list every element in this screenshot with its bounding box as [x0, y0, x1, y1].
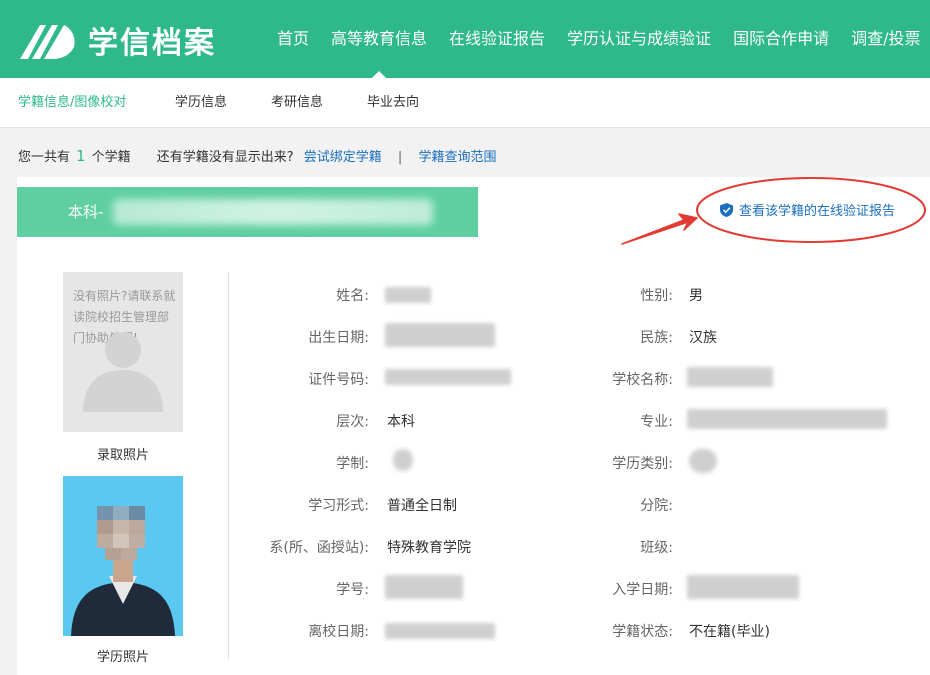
student-record-card: 本科- 查看该学籍的在线验证报告 没有照片?请联系就读院校招生管理部门协助处理!… — [17, 177, 930, 675]
value-record-status: 不在籍(毕业) — [689, 624, 770, 640]
nav-international[interactable]: 国际合作申请 — [722, 0, 840, 78]
shield-icon — [720, 202, 733, 217]
label-education-type: 学历类别: — [612, 456, 673, 472]
admission-photo-block: 没有照片?请联系就读院校招生管理部门协助处理! 录取照片 — [63, 272, 183, 463]
logo-icon — [20, 25, 75, 59]
value-student-id-redacted — [385, 575, 463, 599]
value-enroll-date-redacted — [687, 575, 799, 599]
label-branch: 分院: — [640, 498, 673, 514]
bind-record-link[interactable]: 尝试绑定学籍 — [304, 150, 382, 165]
sub-nav: 学籍信息/图像校对 学历信息 考研信息 毕业去向 — [0, 78, 930, 128]
label-enroll-date: 入学日期: — [612, 582, 673, 598]
admission-photo-placeholder: 没有照片?请联系就读院校招生管理部门协助处理! — [63, 272, 183, 432]
banner-level-label: 本科- — [68, 203, 104, 221]
education-photo-block: 学历照片 — [63, 476, 183, 665]
nav-certification[interactable]: 学历认证与成绩验证 — [556, 0, 722, 78]
logo-text: 学信档案 — [88, 26, 216, 61]
avatar-icon — [83, 332, 163, 412]
label-department: 系(所、函授站): — [269, 540, 369, 556]
nav-survey[interactable]: 调查/投票 — [840, 0, 930, 78]
tab-graduation-destination[interactable]: 毕业去向 — [367, 78, 419, 128]
value-gender: 男 — [689, 288, 703, 304]
value-major-redacted — [687, 409, 887, 429]
record-count: 1 — [76, 147, 86, 165]
query-range-link[interactable]: 学籍查询范围 — [418, 150, 496, 165]
label-student-id: 学号: — [336, 582, 369, 598]
tab-student-status[interactable]: 学籍信息/图像校对 — [18, 78, 126, 128]
value-leave-date-redacted — [385, 623, 495, 639]
value-ethnicity: 汉族 — [689, 330, 717, 346]
banner-redacted-school — [113, 199, 433, 225]
value-school-name-redacted — [687, 367, 773, 387]
view-verification-report-link[interactable]: 查看该学籍的在线验证报告 — [720, 200, 895, 219]
verify-link-label: 查看该学籍的在线验证报告 — [739, 204, 896, 219]
admission-photo-caption: 录取照片 — [96, 448, 149, 463]
label-name: 姓名: — [336, 288, 369, 304]
label-record-status: 学籍状态: — [612, 624, 673, 640]
value-study-mode: 普通全日制 — [387, 498, 457, 514]
nav-online-report[interactable]: 在线验证报告 — [438, 0, 556, 78]
label-id-number: 证件号码: — [308, 372, 369, 388]
value-level: 本科 — [387, 414, 415, 430]
label-birthdate: 出生日期: — [308, 330, 369, 346]
value-id-number-redacted — [385, 369, 511, 385]
education-photo — [63, 476, 183, 636]
main-nav: 首页 高等教育信息 在线验证报告 学历认证与成绩验证 国际合作申请 调查/投票 — [266, 0, 930, 78]
label-level: 层次: — [336, 414, 369, 430]
label-ethnicity: 民族: — [640, 330, 673, 346]
record-banner: 本科- — [17, 187, 478, 237]
label-class: 班级: — [640, 540, 673, 556]
link-separator: | — [397, 150, 403, 165]
value-name-redacted — [385, 287, 431, 303]
summary-prefix: 您一共有 — [18, 150, 71, 165]
summary-question: 还有学籍没有显示出来? — [156, 150, 294, 165]
label-major: 专业: — [640, 414, 673, 430]
value-education-type-redacted — [689, 449, 717, 473]
portrait-image — [63, 476, 183, 636]
label-school-name: 学校名称: — [612, 372, 673, 388]
nav-higher-education[interactable]: 高等教育信息 — [320, 0, 438, 78]
tab-postgrad-exam[interactable]: 考研信息 — [271, 78, 323, 128]
value-duration-redacted — [393, 449, 413, 471]
top-header: 学信档案 首页 高等教育信息 在线验证报告 学历认证与成绩验证 国际合作申请 调… — [0, 0, 930, 78]
label-gender: 性别: — [640, 288, 673, 304]
label-leave-date: 离校日期: — [308, 624, 369, 640]
value-department: 特殊教育学院 — [387, 540, 471, 556]
label-duration: 学制: — [336, 456, 369, 472]
summary-suffix: 个学籍 — [91, 150, 131, 165]
value-birthdate-redacted — [385, 323, 495, 347]
nav-home[interactable]: 首页 — [266, 0, 320, 78]
label-study-mode: 学习形式: — [308, 498, 369, 514]
tab-degree-info[interactable]: 学历信息 — [175, 78, 227, 128]
site-logo[interactable]: 学信档案 — [18, 18, 216, 62]
record-summary: 您一共有 1 个学籍 还有学籍没有显示出来? 尝试绑定学籍 | 学籍查询范围 — [18, 146, 496, 165]
education-photo-caption: 学历照片 — [96, 650, 149, 665]
